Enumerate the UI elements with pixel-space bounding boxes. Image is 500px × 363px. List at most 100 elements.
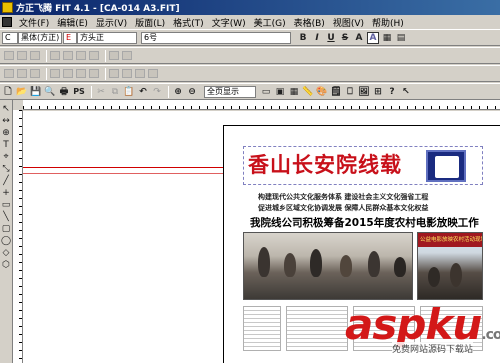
print-preview-icon[interactable]: 🔍 [44,86,56,98]
rotate-icon[interactable] [89,69,99,78]
strike-button[interactable]: S [339,32,351,44]
menu-view[interactable]: 显示(V) [92,16,131,29]
page-view-icon[interactable]: ▭ [260,86,272,98]
text-block-icon[interactable]: ⎕ [344,86,356,98]
zoom-tool-icon[interactable]: ⊕ [1,127,12,139]
toolbar-separator [168,85,169,98]
subtitle-line-2: 促进城乡区域文化协调发展 保障人民群众基本文化权益 [258,204,429,212]
ps-output-button[interactable]: PS [72,86,86,98]
zoom-out-icon[interactable]: ⊖ [186,86,198,98]
underline-button[interactable]: U [325,32,337,44]
zoom-in-icon[interactable]: ⊕ [172,86,184,98]
image-icon[interactable] [122,69,132,78]
grid-icon[interactable]: ▦ [288,86,300,98]
ruler-icon[interactable]: 📏 [302,86,314,98]
open-file-icon[interactable]: 📂 [16,86,28,98]
char-frame-button[interactable]: A [367,31,379,44]
undo-icon[interactable]: ↶ [137,86,149,98]
vertical-ruler[interactable] [13,110,23,363]
menu-format[interactable]: 格式(T) [169,16,208,29]
redo-icon[interactable]: ↷ [151,86,163,98]
align-center-icon[interactable] [17,51,27,60]
context-help-icon[interactable]: ↖ [400,86,412,98]
copy-icon[interactable]: ⧉ [109,86,121,98]
screening-photo[interactable]: 公益电影放映农村活动现场 [417,232,483,300]
cross-tool-icon[interactable]: + [1,187,12,199]
bring-front-icon[interactable] [50,69,60,78]
menu-layout[interactable]: 版面(L) [131,16,169,29]
meeting-photo[interactable] [243,232,413,300]
text-effect-icon[interactable]: ▦ [381,32,393,44]
diagonal-tool-icon[interactable]: ╲ [1,211,12,223]
layer-icon[interactable]: ▣ [274,86,286,98]
new-file-icon[interactable]: 🗋 [2,86,14,98]
menu-edit[interactable]: 编辑(E) [53,16,92,29]
menu-file[interactable]: 文件(F) [15,16,53,29]
logo-image[interactable] [426,150,466,182]
select-tool-icon[interactable]: ↖ [1,103,12,115]
table-icon[interactable] [109,69,119,78]
font-size-select[interactable]: 6号 [141,31,291,44]
photo-person [368,251,380,277]
outdent-icon[interactable] [63,51,73,60]
text-column-1[interactable] [243,306,281,351]
flow-icon[interactable] [148,69,158,78]
rect-tool-icon[interactable]: ▭ [1,199,12,211]
crop-tool-icon[interactable]: ⌖ [1,151,12,163]
diamond-tool-icon[interactable]: ◇ [1,247,12,259]
cut-icon[interactable]: ✂ [95,86,107,98]
align-right-icon[interactable] [30,51,40,60]
table-tool-icon[interactable]: ⊞ [372,86,384,98]
font-color-button[interactable]: A [353,32,365,44]
document-menu-icon[interactable] [2,17,12,27]
en-font-select[interactable]: 方头正 [77,31,137,44]
horizontal-ruler[interactable] [23,100,500,110]
link-tool-icon[interactable]: ⤡ [1,163,12,175]
flip-icon[interactable] [76,69,86,78]
toolbar-separator [46,67,47,80]
column-icon[interactable] [89,51,99,60]
group-icon[interactable] [4,69,14,78]
masthead-frame[interactable]: 香山长安院线载 [243,146,483,185]
round-rect-tool-icon[interactable]: ▢ [1,223,12,235]
rotate-tool-icon[interactable]: ↔ [1,115,12,127]
toolbar-separator [105,67,106,80]
horizontal-text-icon[interactable] [122,51,132,60]
ellipse-tool-icon[interactable]: ◯ [1,235,12,247]
polygon-tool-icon[interactable]: ⬡ [1,259,12,271]
menu-text[interactable]: 文字(W) [208,16,250,29]
watermark-subtitle: 免费网站源码下载站 [392,342,474,355]
print-icon[interactable]: 🖶 [58,86,70,98]
main-toolbar: 🗋 📂 💾 🔍 🖶 PS ✂ ⧉ 📋 ↶ ↷ ⊕ ⊖ 全页显示 ▭ ▣ ▦ 📏 … [0,83,500,100]
zoom-select[interactable]: 全页显示 [204,85,256,98]
bold-button[interactable]: B [297,32,309,44]
paste-icon[interactable]: 📋 [123,86,135,98]
image-link-icon[interactable]: 🖼 [358,86,370,98]
title-bar[interactable]: 方正飞腾 FIT 4.1 - [CA-014 A3.FIT] [0,0,500,15]
color-palette-icon[interactable]: 🎨 [316,86,328,98]
menu-help[interactable]: 帮助(H) [368,16,408,29]
cn-font-select[interactable]: 黑体(方正) [18,31,62,44]
article-headline[interactable]: 我院线公司积极筹备2015年度农村电影放映工作 [250,215,479,230]
menu-art[interactable]: 美工(G) [250,16,290,29]
line-tool-icon[interactable]: ╱ [1,175,12,187]
indent-icon[interactable] [50,51,60,60]
vertical-text-icon[interactable] [109,51,119,60]
link-icon[interactable] [135,69,145,78]
line-spacing-icon[interactable] [76,51,86,60]
text-shadow-icon[interactable]: ▤ [395,32,407,44]
text-tool-icon[interactable]: T [1,139,12,151]
menu-table[interactable]: 表格(B) [290,16,329,29]
font-toolbar: C 黑体(方正) E 方头正 6号 B I U S A A ▦ ▤ [0,29,500,46]
send-back-icon[interactable] [63,69,73,78]
italic-button[interactable]: I [311,32,323,44]
save-icon[interactable]: 💾 [30,86,42,98]
text-column-2[interactable] [286,306,348,351]
style-icon[interactable]: 🗒 [330,86,342,98]
align-left-icon[interactable] [4,51,14,60]
lock-icon[interactable] [30,69,40,78]
menu-window[interactable]: 视图(V) [329,16,368,29]
help-icon[interactable]: ? [386,86,398,98]
app-icon [2,2,13,13]
ungroup-icon[interactable] [17,69,27,78]
